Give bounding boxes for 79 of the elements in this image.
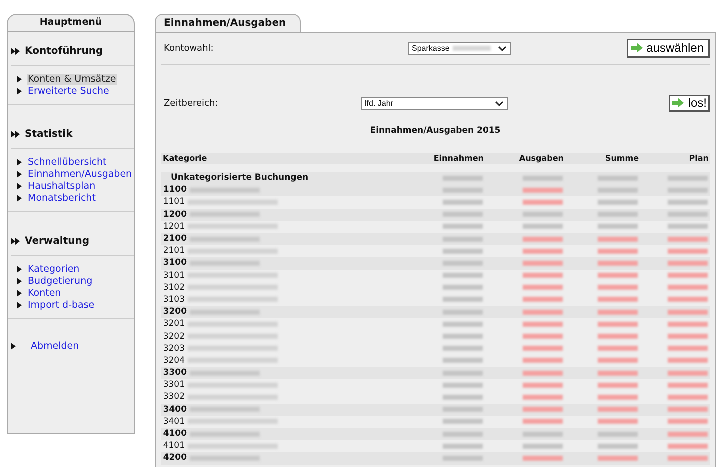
category-code: 2101 xyxy=(162,246,185,256)
category-code: 4200 xyxy=(162,453,187,464)
column-header: Ausgaben xyxy=(485,153,565,164)
category-code: 3102 xyxy=(162,282,185,293)
blurred-name xyxy=(190,236,260,242)
category-code: 3200 xyxy=(162,307,187,318)
category-code: 3301 xyxy=(162,380,185,390)
period-dropdown[interactable]: lfd. Jahr xyxy=(361,97,508,110)
logout-link[interactable]: Abmelden xyxy=(30,341,80,352)
category-code: 1101 xyxy=(162,197,185,208)
report-title: Einnahmen/Ausgaben 2015 xyxy=(369,125,502,138)
bullet-icon xyxy=(17,266,22,273)
select-button[interactable]: auswählen xyxy=(626,39,710,58)
bullet-icon xyxy=(17,159,22,166)
category-code: 3101 xyxy=(162,270,185,281)
category-code: 3302 xyxy=(162,392,185,402)
page-tab[interactable]: Einnahmen/Ausgaben xyxy=(155,14,302,32)
blurred-name xyxy=(190,188,260,193)
blurred-name xyxy=(190,407,260,412)
category-code: 3100 xyxy=(162,258,187,268)
bullet-icon xyxy=(17,302,22,309)
column-header: Summe xyxy=(565,153,640,164)
menu-link[interactable]: Schnellübersicht xyxy=(27,157,108,168)
category-code: 4100 xyxy=(162,429,187,440)
chevron-down-icon xyxy=(495,100,504,106)
double-bullet-icon xyxy=(11,48,20,55)
menu-link[interactable]: Budgetierung xyxy=(27,276,94,287)
account-dropdown[interactable]: Sparkasse xyxy=(408,42,511,55)
column-header: Einnahmen xyxy=(410,153,485,164)
bullet-icon xyxy=(17,290,22,297)
bullet-icon xyxy=(17,88,22,95)
category-code: 3201 xyxy=(162,319,185,330)
arrow-right-icon xyxy=(671,97,686,109)
menu-link[interactable]: Import d-base xyxy=(27,300,96,311)
column-header: Kategorie xyxy=(161,153,410,164)
category-code: 3204 xyxy=(162,356,185,366)
menu-link[interactable]: Konten & Umsätze xyxy=(27,74,118,85)
category-name: Unkategorisierte Buchungen xyxy=(170,173,309,184)
blurred-name xyxy=(190,456,260,461)
bullet-icon xyxy=(17,76,22,83)
bullet-icon xyxy=(17,183,22,190)
menu-link[interactable]: Kategorien xyxy=(27,264,81,275)
blurred-name xyxy=(190,310,260,315)
category-code: 1100 xyxy=(162,185,187,196)
category-code: 1201 xyxy=(162,222,185,232)
bullet-icon xyxy=(17,278,22,285)
category-code: 3203 xyxy=(162,344,185,354)
category-code: 4101 xyxy=(162,441,185,452)
blurred-name xyxy=(190,432,260,437)
category-code: 2100 xyxy=(162,234,187,244)
menu-link[interactable]: Einnahmen/Ausgaben xyxy=(27,169,134,180)
double-bullet-icon xyxy=(11,131,20,138)
menu-link[interactable]: Haushaltsplan xyxy=(27,181,97,192)
blurred-name xyxy=(190,212,260,218)
menu-link[interactable]: Erweiterte Suche xyxy=(27,86,110,97)
section-heading: Verwaltung xyxy=(25,236,90,247)
bullet-icon xyxy=(17,171,22,178)
go-button[interactable]: los! xyxy=(669,95,710,112)
category-code: 3300 xyxy=(162,368,187,378)
field-label: Kontowahl: xyxy=(164,44,214,54)
chevron-down-icon xyxy=(498,46,507,52)
category-code: 3202 xyxy=(162,332,185,342)
double-bullet-icon xyxy=(11,238,20,245)
bullet-icon xyxy=(11,343,16,350)
category-code: 3401 xyxy=(162,416,185,427)
section-heading: Kontoführung xyxy=(25,46,104,57)
category-code: 3103 xyxy=(162,294,185,305)
column-header: Plan xyxy=(640,153,710,164)
bullet-icon xyxy=(17,195,22,202)
category-code: 1200 xyxy=(162,210,187,220)
menu-link[interactable]: Konten xyxy=(27,288,62,299)
section-heading: Statistik xyxy=(25,129,73,140)
menu-title: Hauptmenü xyxy=(8,15,134,32)
field-label: Zeitbereich: xyxy=(164,98,218,108)
arrow-right-icon xyxy=(630,42,644,54)
blurred-name xyxy=(190,260,260,266)
menu-link[interactable]: Monatsbericht xyxy=(27,193,97,204)
blurred-name xyxy=(190,370,260,376)
category-code: 3400 xyxy=(162,404,187,415)
